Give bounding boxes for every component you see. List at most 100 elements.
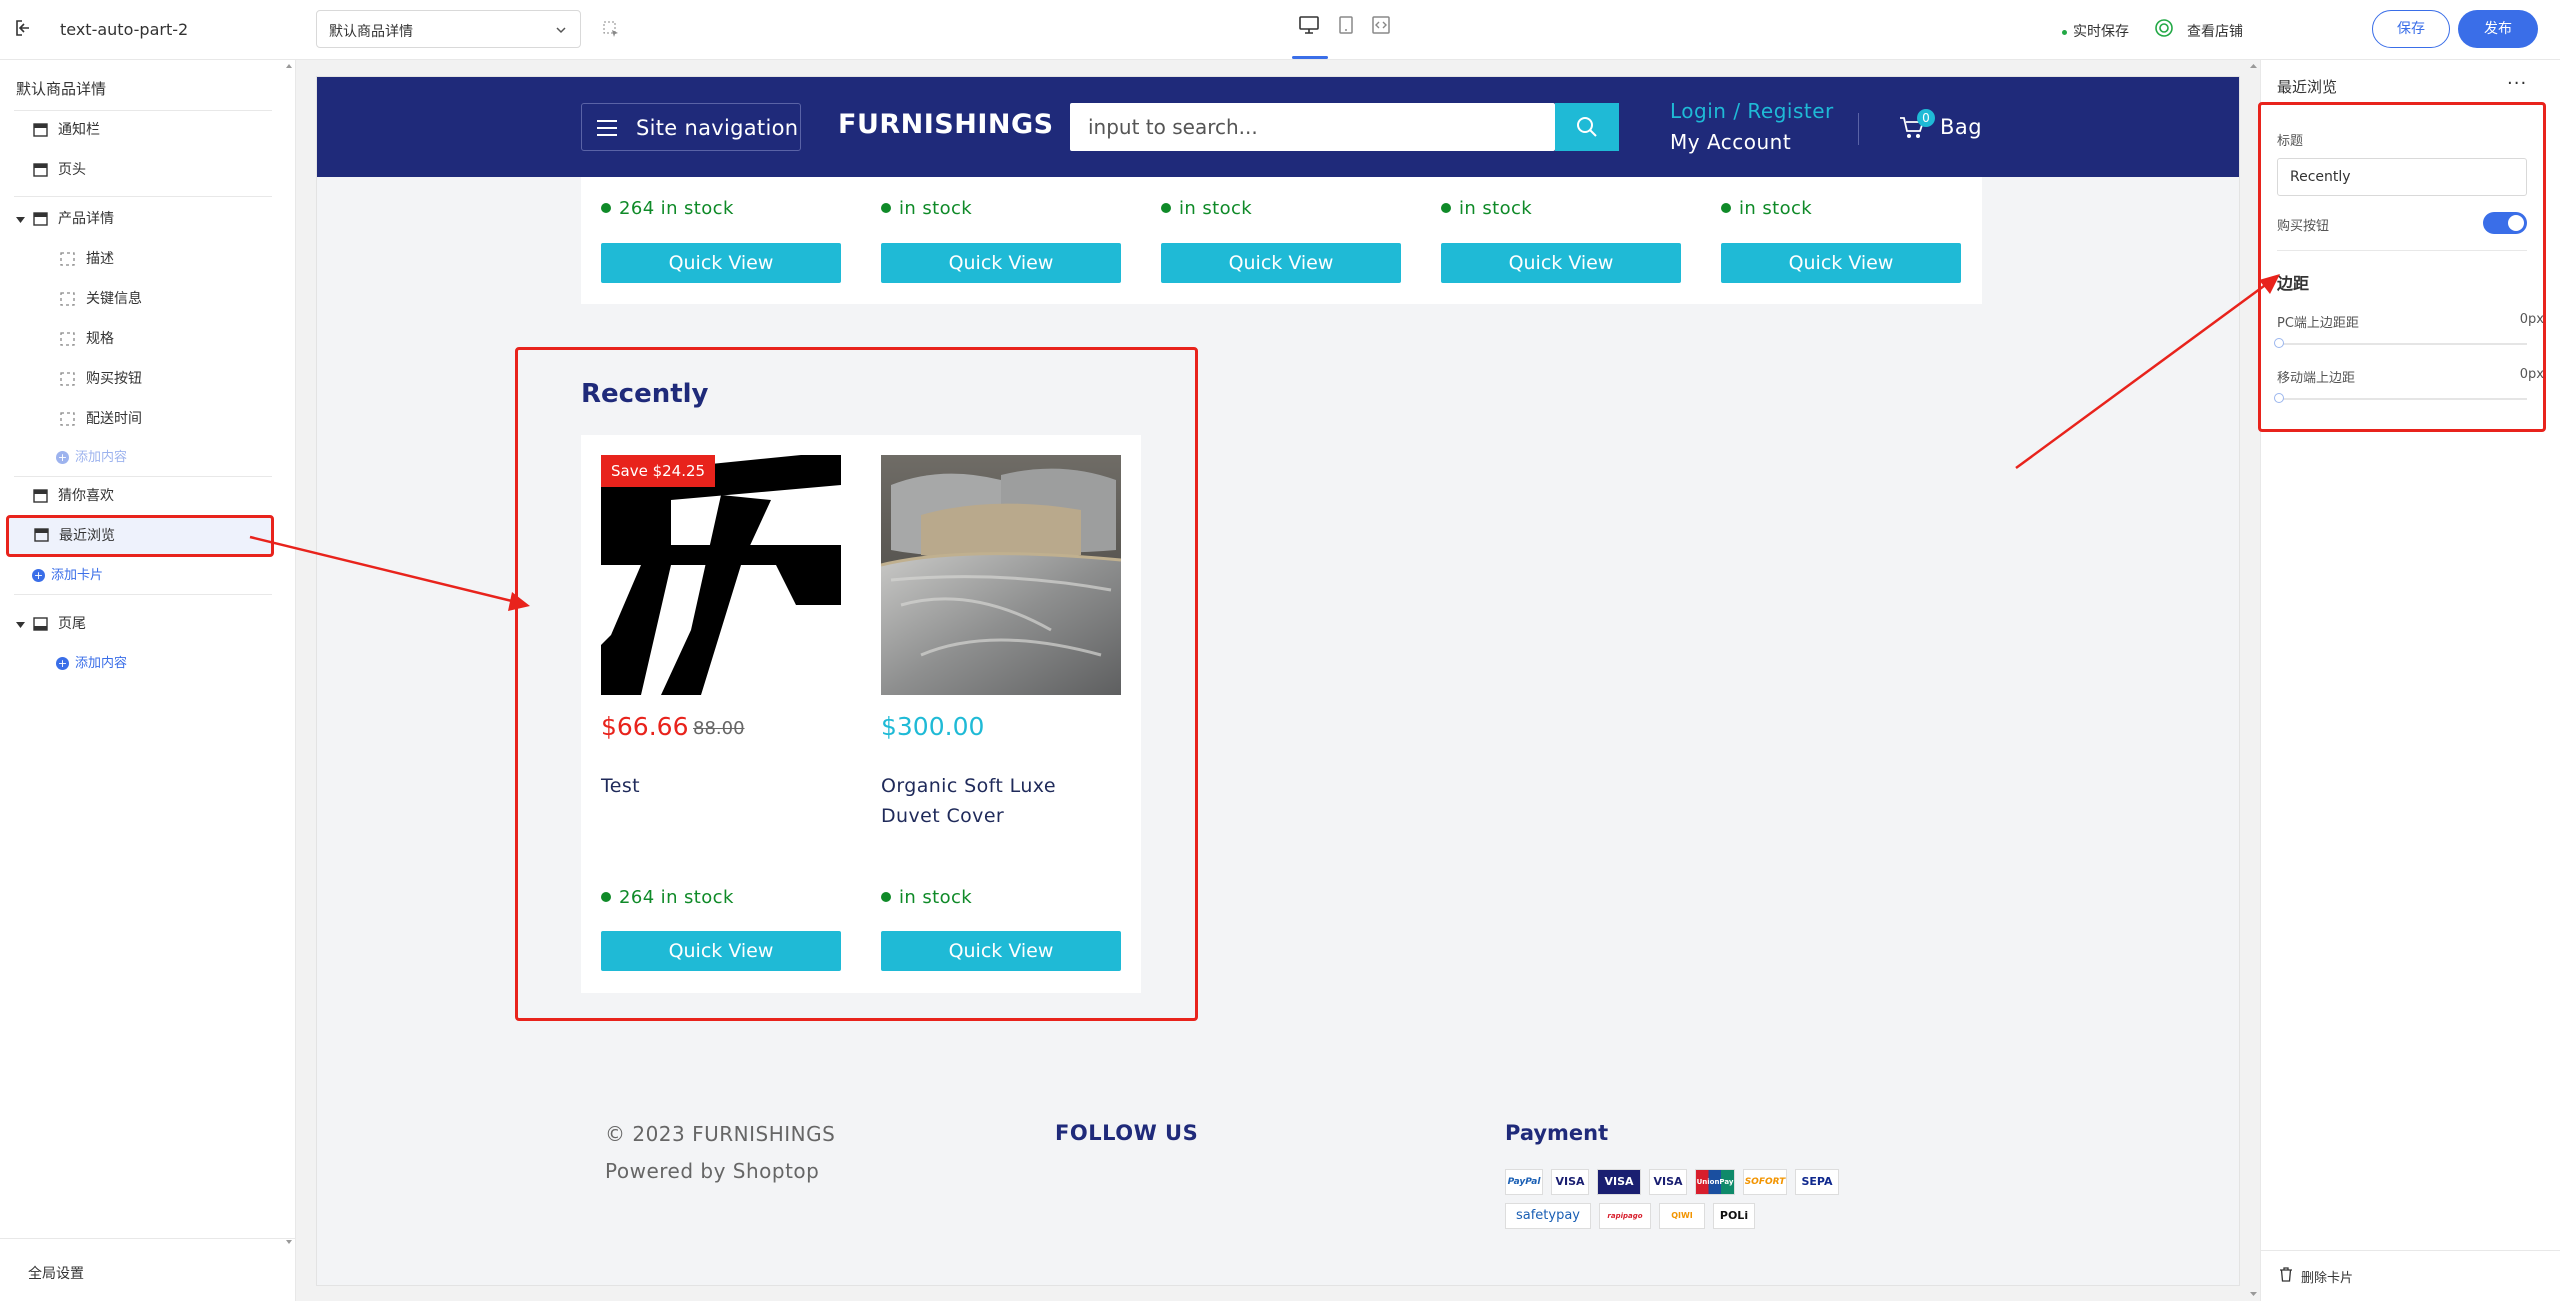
sidebar-item-footer[interactable]: 页尾	[10, 606, 284, 642]
selected-section-highlight	[515, 347, 1198, 1021]
dashed-block-icon	[60, 332, 75, 346]
add-card-label: 添加卡片	[51, 568, 104, 583]
caret-down-icon[interactable]	[16, 215, 25, 224]
sidebar-item-label: 关键信息	[86, 291, 142, 307]
footer-block-icon	[33, 617, 48, 631]
login-register-link[interactable]: Login / Register	[1670, 99, 1834, 123]
chevron-down-icon	[556, 27, 566, 34]
paypal-card-icon: PayPal	[1505, 1169, 1543, 1195]
mobile-top-margin-slider[interactable]	[2277, 398, 2527, 400]
sidebar-item-recent[interactable]: 最近浏览	[6, 515, 274, 557]
buy-button-label: 购买按钮	[2277, 219, 2330, 234]
sidebar-scrollbar[interactable]	[283, 60, 295, 1250]
stock-label: 264 in stock	[619, 198, 734, 219]
select-element-icon[interactable]	[602, 20, 620, 38]
title-input-value: Recently	[2290, 169, 2351, 185]
divider	[14, 196, 272, 197]
block-icon	[33, 123, 48, 137]
sidebar-item-spec[interactable]: 规格	[10, 321, 284, 357]
pc-top-margin-slider-handle[interactable]	[2274, 338, 2284, 348]
stock-label: in stock	[1179, 198, 1253, 219]
search-input[interactable]: input to search...	[1070, 103, 1555, 151]
toggle-knob	[2508, 215, 2524, 231]
view-store-link[interactable]: 查看店铺	[2187, 21, 2243, 41]
stock-dot-icon	[881, 203, 891, 213]
template-select[interactable]: 默认商品详情	[316, 10, 581, 48]
add-content-label: 添加内容	[75, 450, 128, 465]
realtime-save-label: 实时保存	[2073, 24, 2129, 40]
stock-label: in stock	[899, 198, 973, 219]
block-icon	[33, 212, 48, 226]
qiwi-card-icon: QIWI	[1659, 1203, 1705, 1229]
save-button[interactable]: 保存	[2372, 10, 2450, 48]
desktop-view-icon[interactable]	[1298, 14, 1320, 36]
stock-label: in stock	[1739, 198, 1813, 219]
block-icon	[33, 489, 48, 503]
add-content-button[interactable]: + 添加内容	[56, 448, 127, 468]
code-view-icon[interactable]	[1370, 14, 1392, 36]
search-icon	[1577, 117, 1597, 137]
sidebar-item-label: 产品详情	[58, 211, 114, 227]
visa-electron-card-icon: VISA	[1597, 1169, 1641, 1195]
stock-status: in stock	[881, 198, 972, 219]
template-select-value: 默认商品详情	[329, 24, 413, 40]
my-account-link[interactable]: My Account	[1670, 130, 1791, 154]
sidebar-item-label: 描述	[86, 251, 114, 267]
quick-view-button[interactable]: Quick View	[1161, 243, 1401, 283]
spacing-section-title: 边距	[2277, 274, 2310, 293]
more-options-icon[interactable]: ···	[2507, 73, 2527, 94]
sidebar-item-label: 猜你喜欢	[58, 488, 114, 504]
pc-top-margin-slider[interactable]	[2277, 343, 2527, 345]
tablet-view-icon[interactable]	[1335, 14, 1357, 36]
plus-icon: +	[32, 569, 45, 582]
divider	[14, 476, 272, 477]
mobile-top-margin-label: 移动端上边距	[2277, 371, 2356, 386]
stock-dot-icon	[601, 203, 611, 213]
sepa-card-icon: SEPA	[1795, 1169, 1839, 1195]
sidebar-item-product-detail[interactable]: 产品详情	[10, 201, 284, 237]
dashed-block-icon	[60, 252, 75, 266]
sidebar-item-label: 规格	[86, 331, 114, 347]
cart-count-badge: 0	[1917, 109, 1935, 127]
publish-button[interactable]: 发布	[2458, 10, 2538, 48]
quick-view-button[interactable]: Quick View	[1441, 243, 1681, 283]
brand-logo-text[interactable]: FURNISHINGS	[838, 109, 1054, 140]
quick-view-button[interactable]: Quick View	[881, 243, 1121, 283]
quick-view-button[interactable]: Quick View	[601, 243, 841, 283]
sidebar-item-key-info[interactable]: 关键信息	[10, 281, 284, 317]
add-card-button[interactable]: + 添加卡片	[32, 566, 103, 586]
stock-status: 264 in stock	[601, 198, 734, 219]
exit-icon[interactable]	[14, 18, 34, 38]
global-settings-bar[interactable]: 全局设置	[0, 1238, 296, 1301]
sidebar-item-delivery[interactable]: 配送时间	[10, 401, 284, 437]
store-icon	[2155, 19, 2173, 37]
footer-powered-by[interactable]: Powered by Shoptop	[605, 1159, 819, 1183]
site-navigation-label: Site navigation	[636, 116, 799, 140]
bag-link[interactable]: Bag	[1940, 115, 1982, 139]
search-button[interactable]	[1555, 103, 1619, 151]
footer-follow-us: FOLLOW US	[1055, 1121, 1199, 1145]
buy-button-toggle[interactable]	[2483, 212, 2527, 234]
caret-down-icon[interactable]	[16, 620, 25, 629]
sidebar-item-header[interactable]: 页头	[10, 152, 284, 188]
stock-status: in stock	[1721, 198, 1812, 219]
mobile-top-margin-value: 0px	[2519, 367, 2544, 382]
active-view-indicator	[1292, 56, 1328, 59]
add-content-button[interactable]: + 添加内容	[56, 654, 127, 674]
mobile-top-margin-slider-handle[interactable]	[2274, 393, 2284, 403]
project-name: text-auto-part-2	[60, 20, 189, 39]
safetypay-card-icon: safetypay	[1505, 1203, 1591, 1229]
pc-top-margin-value: 0px	[2519, 312, 2544, 327]
sidebar-item-notice[interactable]: 通知栏	[10, 112, 284, 148]
poli-card-icon: POLi	[1713, 1203, 1755, 1229]
guess-like-products-strip: 264 in stock in stock in stock in stock …	[581, 177, 1982, 304]
sidebar-item-guess-like[interactable]: 猜你喜欢	[10, 478, 284, 514]
site-navigation-button[interactable]: Site navigation	[581, 103, 801, 151]
delete-card-button[interactable]: 删除卡片	[2261, 1250, 2560, 1301]
sidebar-item-desc[interactable]: 描述	[10, 241, 284, 277]
left-sidebar: 默认商品详情 通知栏 页头 产品详情 描述 关键信息 规格 购买按钮 配送时间 …	[0, 60, 296, 1301]
stock-status: in stock	[1441, 198, 1532, 219]
sidebar-item-buy-button[interactable]: 购买按钮	[10, 361, 284, 397]
title-input[interactable]: Recently	[2277, 158, 2527, 196]
quick-view-button[interactable]: Quick View	[1721, 243, 1961, 283]
